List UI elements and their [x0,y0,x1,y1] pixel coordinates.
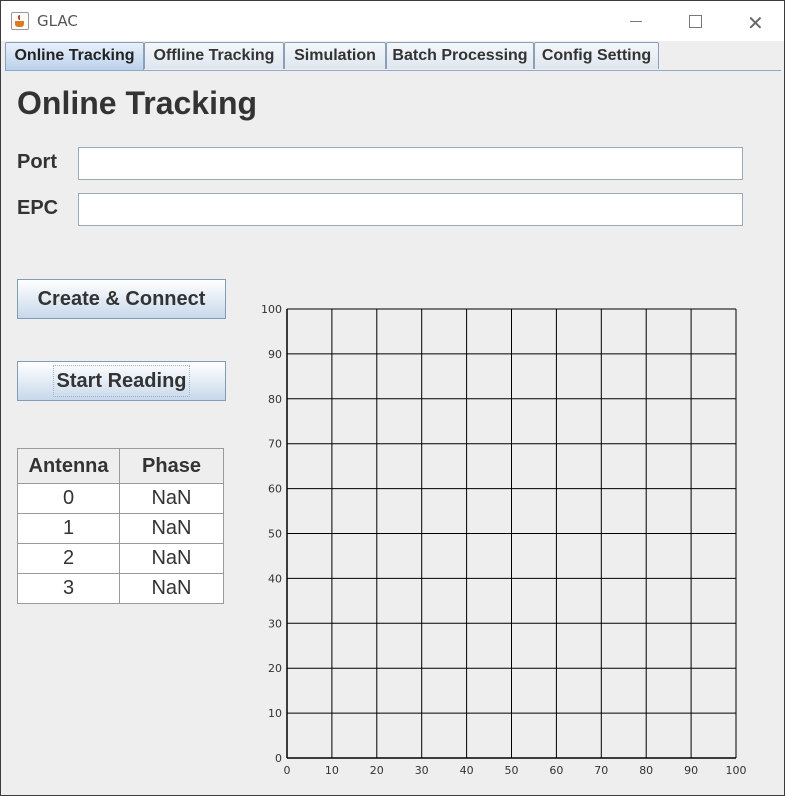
y-tick-label: 60 [268,483,282,496]
table-row[interactable]: 0 NaN [17,483,224,514]
port-input[interactable] [78,147,743,180]
maximize-button[interactable] [677,7,713,35]
table-row[interactable]: 1 NaN [17,513,224,544]
x-tick-label: 20 [370,764,384,777]
y-tick-label: 10 [268,707,282,720]
port-label: Port [17,151,57,173]
y-tick-label: 30 [268,617,282,630]
antenna-phase-table: Antenna Phase 0 NaN 1 NaN 2 NaN 3 NaN [17,448,224,604]
x-tick-label: 10 [325,764,339,777]
maximize-icon [689,15,702,28]
y-tick-label: 70 [268,438,282,451]
create-connect-label: Create & Connect [37,288,206,310]
table-row[interactable]: 2 NaN [17,543,224,574]
x-tick-label: 100 [726,764,747,777]
x-tick-label: 60 [549,764,563,777]
java-cup-icon [11,12,29,30]
y-tick-label: 20 [268,662,282,675]
antenna-cell[interactable]: 2 [17,543,120,574]
close-icon: ✕ [747,11,764,35]
y-tick-label: 40 [268,572,282,585]
antenna-cell[interactable]: 0 [17,483,120,514]
start-reading-button[interactable]: Start Reading [17,361,226,401]
page-title: Online Tracking [17,85,258,121]
antenna-cell[interactable]: 1 [17,513,120,544]
y-tick-label: 0 [275,752,282,765]
start-reading-label: Start Reading [53,365,190,397]
table-header-row: Antenna Phase [17,448,224,484]
table-row[interactable]: 3 NaN [17,573,224,604]
x-tick-label: 90 [684,764,698,777]
phase-cell[interactable]: NaN [119,513,224,544]
y-tick-label: 90 [268,348,282,361]
y-tick-label: 50 [268,528,282,541]
phase-cell[interactable]: NaN [119,573,224,604]
phase-cell[interactable]: NaN [119,543,224,574]
tracking-chart: 0 10 20 30 40 50 60 70 80 90 100 0 10 20 30 40 50 60 70 80 9… [261,303,747,777]
antenna-cell[interactable]: 3 [17,573,120,604]
x-tick-label: 30 [415,764,429,777]
column-header-antenna[interactable]: Antenna [17,448,120,484]
x-tick-label: 50 [505,764,519,777]
x-tick-label: 0 [284,764,291,777]
window-title: GLAC [37,12,78,30]
tab-simulation[interactable]: Simulation [284,42,386,69]
tab-offline-tracking[interactable]: Offline Tracking [144,42,284,69]
minimize-icon [630,21,642,22]
title-bar: GLAC ✕ [1,1,784,41]
x-tick-label: 40 [460,764,474,777]
tab-batch-processing[interactable]: Batch Processing [386,42,534,69]
close-button[interactable]: ✕ [736,7,772,35]
tab-config-setting[interactable]: Config Setting [534,42,659,69]
app-window: GLAC ✕ Online Tracking Offline Tracking … [0,0,785,796]
x-tick-label: 80 [639,764,653,777]
tab-bar: Online Tracking Offline Tracking Simulat… [5,42,781,71]
epc-label: EPC [17,197,59,219]
phase-cell[interactable]: NaN [119,483,224,514]
column-header-phase[interactable]: Phase [119,448,224,484]
create-connect-button[interactable]: Create & Connect [17,279,226,319]
y-tick-label: 80 [268,393,282,406]
y-tick-label: 100 [261,303,282,316]
epc-input[interactable] [78,193,743,226]
tab-divider [5,70,781,71]
x-tick-label: 70 [594,764,608,777]
minimize-button[interactable] [618,7,654,35]
tab-online-tracking[interactable]: Online Tracking [5,42,144,71]
